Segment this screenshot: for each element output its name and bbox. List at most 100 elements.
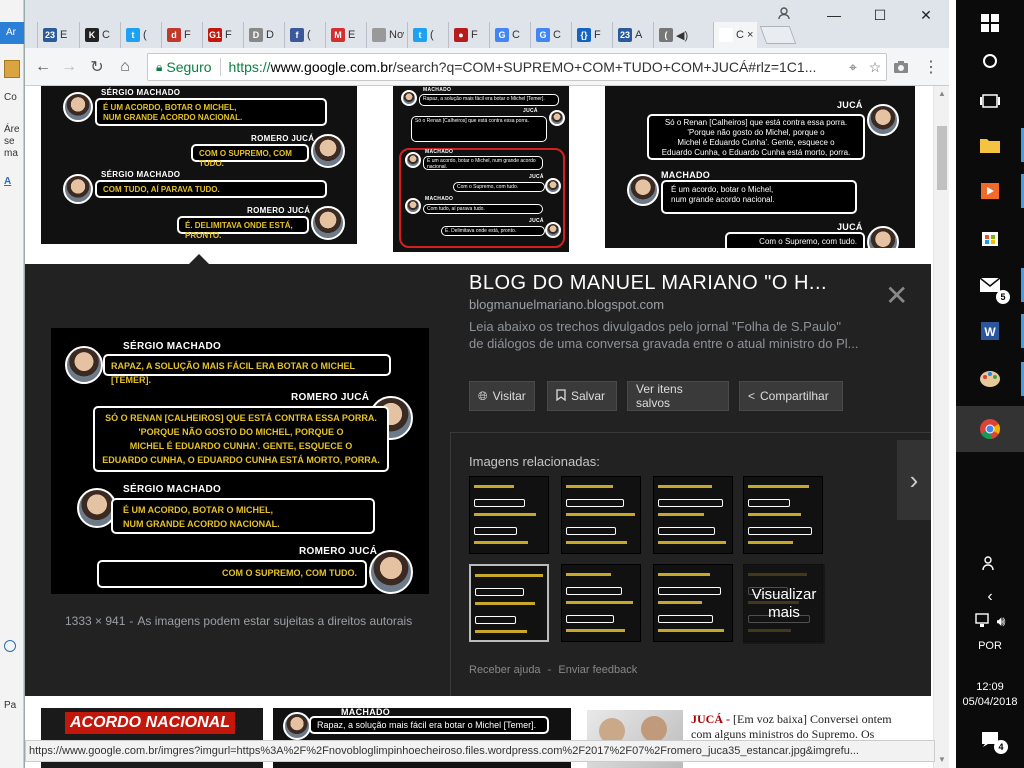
browser-tab[interactable]: (◀) <box>653 22 691 48</box>
browser-tab[interactable]: ME <box>325 22 363 48</box>
browser-tab[interactable]: dF <box>161 22 199 48</box>
chat-line: COM O SUPREMO, COM TUDO. <box>199 149 292 168</box>
view-more-button[interactable]: Visualizar mais <box>743 564 825 644</box>
close-window-button[interactable]: ✕ <box>903 0 949 30</box>
forward-arrow-icon[interactable]: → <box>59 57 79 77</box>
media-player-icon[interactable] <box>956 168 1024 214</box>
browser-tab[interactable]: Nov <box>366 22 404 48</box>
background-app-help-icon[interactable] <box>4 640 16 652</box>
browser-tab[interactable]: 23 A <box>612 22 650 48</box>
save-button[interactable]: Salvar <box>547 381 617 411</box>
avatar <box>549 110 565 126</box>
volume-icon[interactable]: 🔊︎ <box>997 613 1006 630</box>
related-image-thumb[interactable] <box>743 476 823 554</box>
task-view-icon[interactable] <box>956 78 1024 124</box>
network-icon[interactable]: 🔊︎ <box>956 598 1024 644</box>
browser-tab[interactable]: KC <box>79 22 117 48</box>
browser-tab[interactable]: G1 F <box>202 22 240 48</box>
preview-domain: blogmanuelmariano.blogspot.com <box>469 297 665 312</box>
camera-extension-icon[interactable] <box>891 57 911 77</box>
article-snippet: JUCÁ - [Em voz baixa] Conversei ontem co… <box>691 712 911 742</box>
reload-icon[interactable]: ↻ <box>87 57 107 77</box>
page-scrollbar[interactable]: ▲ ▼ <box>933 86 949 768</box>
browser-tab[interactable]: t( <box>120 22 158 48</box>
avatar <box>283 712 311 740</box>
page-content: SÉRGIO MACHADO É UM ACORDO, BOTAR O MICH… <box>25 86 949 768</box>
browser-tab[interactable]: {} F <box>571 22 609 48</box>
related-image-thumb[interactable] <box>653 476 733 554</box>
scroll-up-arrow-icon[interactable]: ▲ <box>934 86 949 102</box>
related-image-thumb[interactable] <box>469 564 549 642</box>
tab-label: F <box>184 29 191 41</box>
background-app-text: se <box>4 136 15 147</box>
share-button[interactable]: < Compartilhar <box>739 381 843 411</box>
browser-tab[interactable]: ● F <box>448 22 486 48</box>
speaker-name: MACHADO <box>661 170 711 180</box>
next-image-arrow-icon[interactable]: › <box>897 440 931 520</box>
preview-footer: Receber ajuda - Enviar feedback <box>469 664 637 676</box>
address-bar[interactable]: 🔒︎ Seguro https://www.google.com.br/sear… <box>147 53 887 81</box>
tab-label: C <box>102 29 110 41</box>
result-image-2[interactable]: MACHADO Rapaz, a solução mais fácil era … <box>393 86 569 252</box>
speaker-name: MACHADO <box>425 149 454 155</box>
mail-icon[interactable]: 5 <box>956 262 1024 308</box>
related-image-thumb[interactable] <box>561 564 641 642</box>
home-icon[interactable]: ⌂ <box>115 57 135 77</box>
view-saved-button[interactable]: Ver itens salvos <box>627 381 729 411</box>
store-icon[interactable] <box>956 214 1024 260</box>
notifications-icon[interactable]: 4 <box>956 716 1024 762</box>
background-app-link[interactable]: A <box>4 176 11 187</box>
location-target-icon[interactable]: ⌖ <box>842 59 864 76</box>
chrome-icon[interactable] <box>956 406 1024 452</box>
chat-line: 'Porque não gosto do Michel, porque o <box>687 128 825 137</box>
related-image-thumb[interactable] <box>469 476 549 554</box>
related-image-thumb[interactable] <box>653 564 733 642</box>
result-image-3[interactable]: JUCÁ Só o Renan [Calheiros] que está con… <box>605 86 915 248</box>
back-arrow-icon[interactable]: ← <box>33 57 53 77</box>
tab-label: A <box>635 29 643 41</box>
file-explorer-icon[interactable] <box>956 122 1024 168</box>
thumb-text-line <box>748 513 801 516</box>
preview-title[interactable]: BLOG DO MANUEL MARIANO "O H... <box>469 272 827 295</box>
panel-divider <box>451 432 931 433</box>
speaker-name: JUCÁ <box>837 100 863 110</box>
paint-icon[interactable] <box>956 356 1024 402</box>
help-link[interactable]: Receber ajuda <box>469 664 541 676</box>
browser-tab[interactable]: f( <box>284 22 322 48</box>
language-indicator[interactable]: POR <box>956 640 1024 652</box>
scroll-down-arrow-icon[interactable]: ▼ <box>934 752 949 768</box>
notifications-badge: 4 <box>994 740 1008 754</box>
browser-tab[interactable]: GC <box>530 22 568 48</box>
preview-image[interactable]: SÉRGIO MACHADO RAPAZ, A SOLUÇÃO MAIS FÁC… <box>51 328 429 594</box>
tab-strip: 23EKCt(dFG1FDDf(MENovt(●FGCGC{}F23A(◀)C … <box>25 0 949 48</box>
profile-icon[interactable] <box>775 4 793 22</box>
browser-tab[interactable]: 23 E <box>37 22 75 48</box>
clock[interactable]: 12:09 05/04/2018 <box>956 680 1024 710</box>
visit-button[interactable]: 🌐︎ Visitar <box>469 381 535 411</box>
bookmark-star-icon[interactable]: ☆ <box>864 59 886 76</box>
new-tab-button[interactable] <box>759 26 797 44</box>
thumb-text-line <box>748 541 793 544</box>
background-app-icon <box>4 60 20 78</box>
close-preview-icon[interactable]: ✕ <box>885 282 908 310</box>
minimize-button[interactable]: — <box>811 0 857 30</box>
browser-tab[interactable]: DD <box>243 22 281 48</box>
browser-tab[interactable]: C × <box>713 22 757 48</box>
avatar <box>545 222 561 238</box>
word-icon[interactable]: W <box>956 308 1024 354</box>
url-text[interactable]: https://www.google.com.br/search?q=COM+S… <box>229 59 842 75</box>
browser-tab[interactable]: t( <box>407 22 445 48</box>
thumb-text-line <box>658 485 712 488</box>
status-bar-url: https://www.google.com.br/imgres?imgurl=… <box>25 740 935 762</box>
related-image-thumb[interactable] <box>561 476 641 554</box>
chat-bubble: COM O SUPREMO, COM TUDO. <box>191 144 309 168</box>
menu-kebab-icon[interactable]: ⋮ <box>921 57 941 77</box>
browser-tab[interactable]: GC <box>489 22 527 48</box>
speaker-name: SÉRGIO MACHADO <box>123 484 222 495</box>
feedback-link[interactable]: Enviar feedback <box>558 664 637 676</box>
result-image-1[interactable]: SÉRGIO MACHADO É UM ACORDO, BOTAR O MICH… <box>41 86 357 244</box>
background-app-window[interactable]: Ar Co Áre se ma A Pa <box>0 0 24 768</box>
scrollbar-thumb[interactable] <box>937 126 947 190</box>
maximize-button[interactable]: ☐ <box>857 0 903 30</box>
related-images-heading: Imagens relacionadas: <box>469 454 600 469</box>
